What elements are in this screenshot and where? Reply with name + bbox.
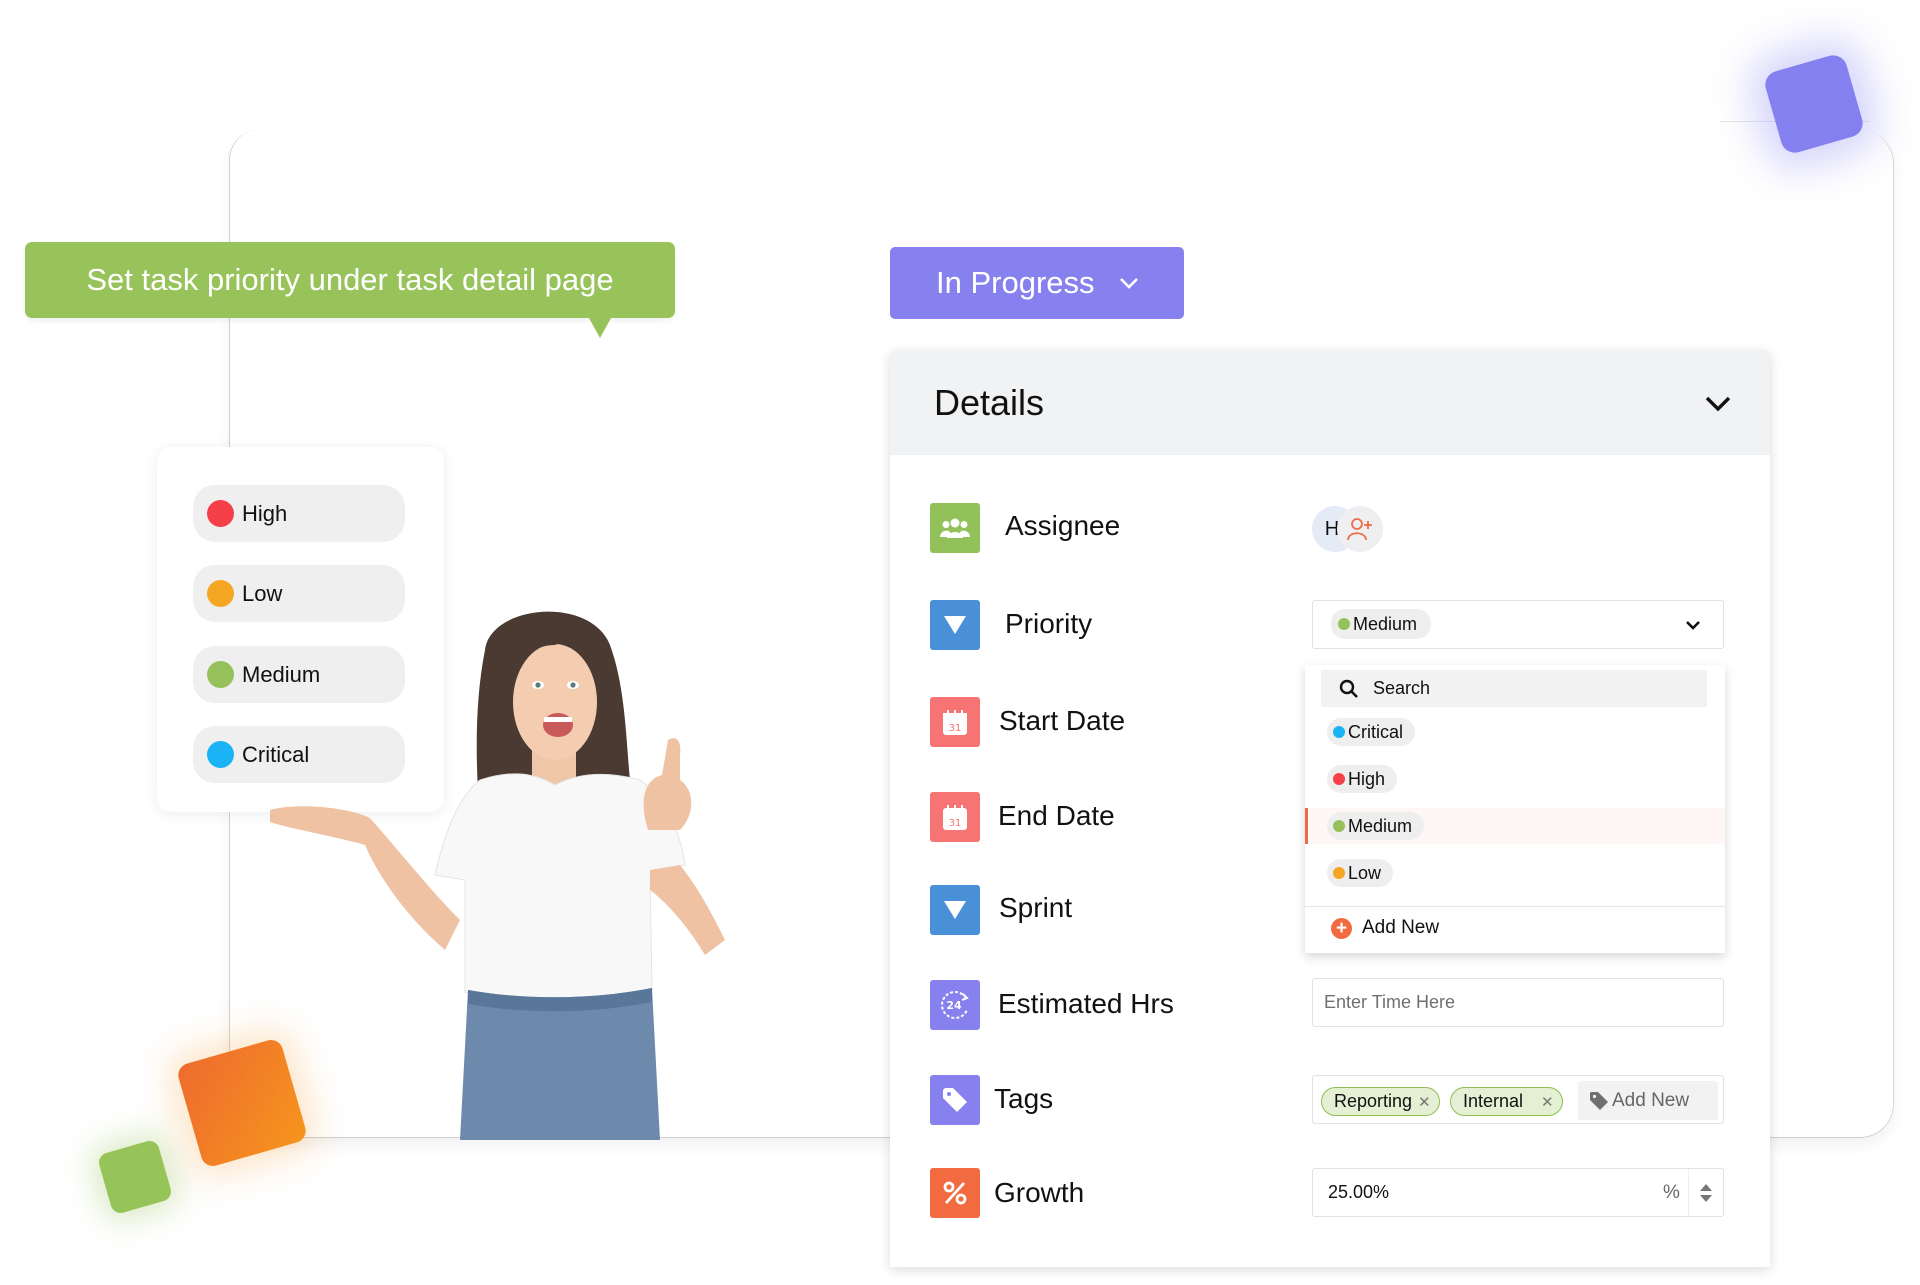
group-icon [930, 503, 980, 553]
dropdown-divider [1305, 906, 1725, 907]
details-header[interactable]: Details [890, 350, 1770, 455]
medium-dot-icon [1338, 618, 1350, 630]
priority-option-critical[interactable]: Critical [1305, 714, 1725, 750]
search-icon [1339, 679, 1358, 698]
status-dropdown-button[interactable]: In Progress [890, 247, 1184, 319]
priority-option-medium[interactable]: Medium [1305, 808, 1725, 844]
growth-label: Growth [994, 1177, 1085, 1208]
priority-option-high[interactable]: High [1305, 761, 1725, 797]
growth-suffix: % [1663, 1182, 1680, 1203]
priority-selected-value: Medium [1353, 613, 1418, 634]
callout-text: Set task priority under task detail page [86, 262, 614, 297]
decorative-green-square [96, 1138, 174, 1216]
low-dot-icon [1333, 867, 1345, 879]
status-label: In Progress [936, 265, 1095, 300]
svg-text:31: 31 [949, 723, 962, 734]
person-illustration [270, 611, 725, 1140]
option-label: Critical [1348, 721, 1404, 742]
chevron-down-icon [1686, 621, 1700, 630]
growth-input[interactable]: 25.00% % [1312, 1168, 1724, 1217]
estimated-hrs-placeholder: Enter Time Here [1324, 992, 1456, 1012]
remove-tag-icon[interactable]: ✕ [1541, 1093, 1554, 1111]
chevron-down-icon [1119, 278, 1138, 289]
priority-option-low[interactable]: Low [1305, 855, 1725, 891]
add-user-icon [1347, 518, 1372, 541]
option-label: High [1348, 768, 1386, 789]
critical-dot-icon [207, 741, 234, 768]
remove-tag-icon[interactable]: ✕ [1418, 1093, 1431, 1111]
priority-selected-chip: Medium [1331, 609, 1432, 639]
svg-text:24: 24 [946, 999, 962, 1012]
tag-label: Reporting [1334, 1091, 1413, 1111]
priority-select[interactable]: Medium [1312, 600, 1724, 649]
medium-dot-icon [207, 661, 234, 688]
add-tag-label: Add New [1612, 1089, 1690, 1111]
option-label: Medium [1348, 815, 1413, 836]
clock-24-icon: 24 [930, 980, 980, 1030]
add-assignee-button[interactable] [1337, 506, 1383, 552]
sprint-label: Sprint [999, 892, 1073, 923]
low-dot-icon [207, 580, 234, 607]
growth-value: 25.00% [1328, 1182, 1390, 1202]
priority-label: Priority [1005, 608, 1093, 639]
assignee-label: Assignee [1005, 510, 1121, 541]
tag-icon [930, 1075, 980, 1125]
stepper-arrows-icon [1700, 1183, 1712, 1202]
tags-field[interactable]: Reporting ✕ Internal ✕ Add New [1312, 1075, 1724, 1124]
plus-circle-icon: + [1331, 917, 1352, 939]
calendar-icon: 31 [930, 792, 980, 842]
triangle-down-icon [930, 885, 980, 935]
add-priority-label: Add New [1362, 917, 1440, 938]
svg-text:31: 31 [949, 818, 962, 829]
start-date-label: Start Date [999, 705, 1126, 736]
tag-chip[interactable]: Reporting ✕ [1321, 1087, 1440, 1116]
estimated-hrs-label: Estimated Hrs [998, 988, 1174, 1019]
calendar-icon: 31 [930, 697, 980, 747]
add-priority-button[interactable]: + Add New [1331, 917, 1439, 939]
critical-dot-icon [1333, 726, 1345, 738]
priority-legend-label: High [242, 500, 288, 526]
callout-tail [589, 318, 611, 338]
callout-banner: Set task priority under task detail page [25, 242, 675, 318]
tag-chip[interactable]: Internal ✕ [1450, 1087, 1563, 1116]
priority-dropdown-menu: Search Critical High Medium Low + Add Ne… [1305, 665, 1725, 953]
search-placeholder: Search [1373, 678, 1431, 698]
add-tag-button[interactable]: Add New [1578, 1081, 1718, 1120]
tags-label: Tags [994, 1083, 1054, 1114]
triangle-down-icon [930, 600, 980, 650]
priority-search-input[interactable]: Search [1321, 670, 1707, 707]
details-title: Details [934, 381, 1045, 423]
percent-icon [930, 1168, 980, 1218]
medium-dot-icon [1333, 820, 1345, 832]
high-dot-icon [207, 500, 234, 527]
option-label: Low [1348, 862, 1382, 883]
chevron-down-icon [1705, 396, 1731, 412]
estimated-hrs-input[interactable]: Enter Time Here [1312, 978, 1724, 1027]
end-date-label: End Date [998, 800, 1115, 831]
tag-label: Internal [1463, 1091, 1524, 1111]
growth-stepper[interactable] [1688, 1169, 1723, 1216]
high-dot-icon [1333, 773, 1345, 785]
priority-legend-item-high[interactable]: High [193, 485, 405, 542]
tag-icon [1590, 1091, 1608, 1110]
